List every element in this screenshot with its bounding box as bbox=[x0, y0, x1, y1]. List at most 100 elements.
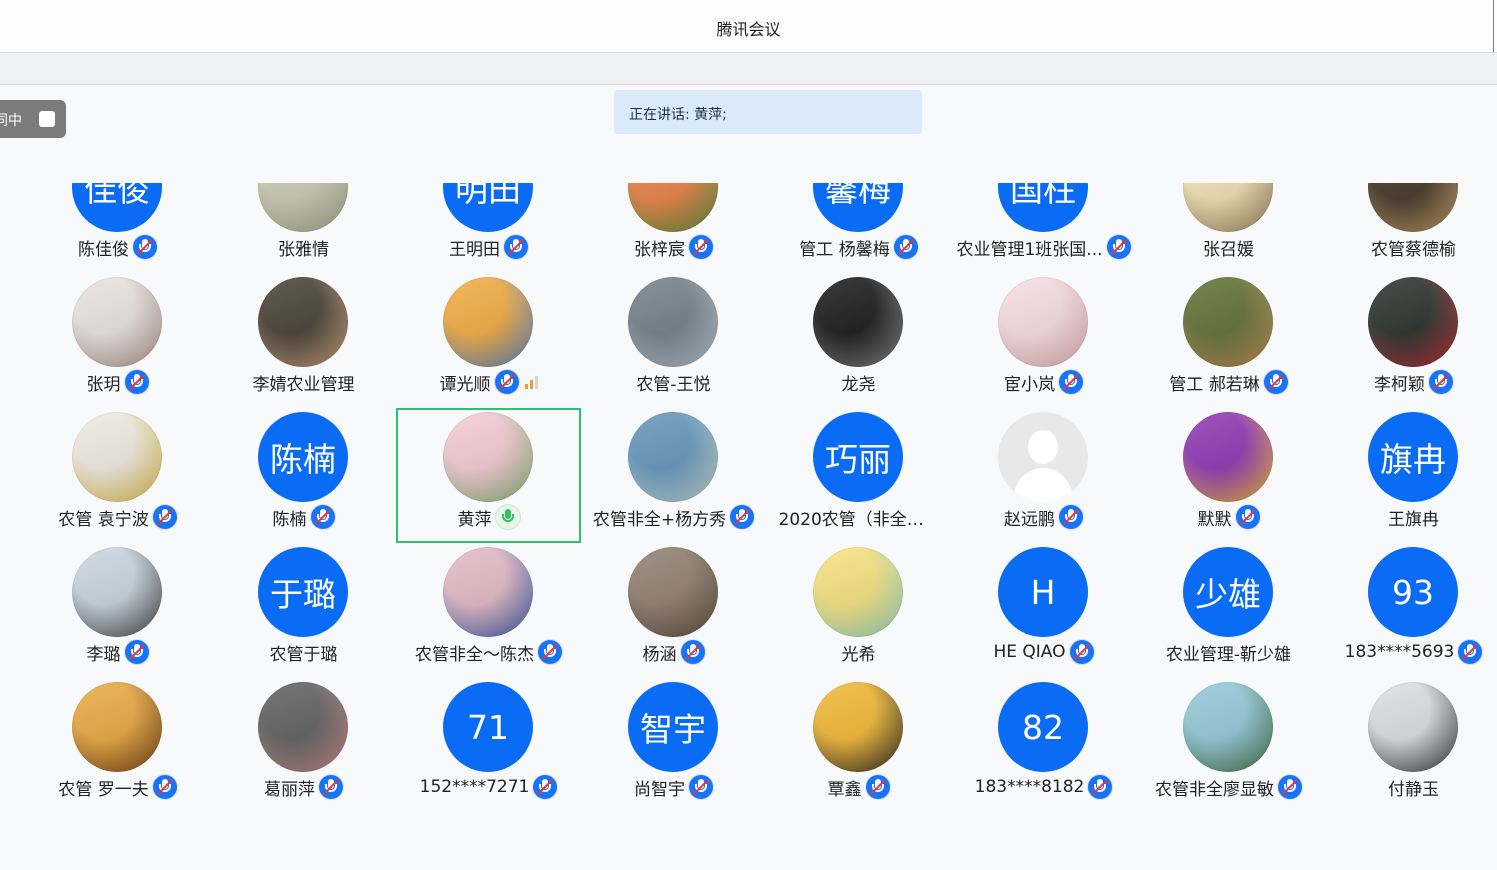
participant-tile[interactable]: 张梓宸 bbox=[581, 183, 766, 273]
participant-tile[interactable]: 农管非全+杨方秀 bbox=[581, 408, 766, 543]
participant-avatar: 71 bbox=[443, 682, 533, 772]
participant-avatar bbox=[72, 277, 162, 367]
avatar-photo-shading bbox=[1183, 183, 1273, 232]
mic-muted-icon bbox=[1278, 775, 1302, 799]
participant-tile[interactable]: 张玥 bbox=[25, 273, 210, 408]
participant-tile[interactable]: 于璐 农管于璐 bbox=[211, 543, 396, 678]
participant-tile[interactable]: 农管蔡德榆 bbox=[1321, 183, 1497, 273]
participant-tile[interactable]: 默默 bbox=[1136, 408, 1321, 543]
participant-tile[interactable]: 农管 袁宁波 bbox=[25, 408, 210, 543]
participant-tile[interactable]: 光希 bbox=[766, 543, 951, 678]
participant-name-row: 管工 杨馨梅 bbox=[766, 235, 951, 260]
participant-tile[interactable]: 李柯颖 bbox=[1321, 273, 1497, 408]
avatar-photo-shading bbox=[72, 277, 162, 367]
mic-muted-icon bbox=[319, 775, 343, 799]
view-toggle[interactable]: 同中 bbox=[0, 100, 66, 138]
participant-tile[interactable]: 葛丽萍 bbox=[211, 678, 396, 813]
mic-muted-icon bbox=[152, 775, 177, 799]
participant-tile[interactable]: 农管 罗一夫 bbox=[25, 678, 210, 813]
participant-tile[interactable]: 智宇尚智宇 bbox=[581, 678, 766, 813]
participant-name-row: 农管 袁宁波 bbox=[25, 505, 210, 530]
participant-tile[interactable]: 馨梅 管工 杨馨梅 bbox=[766, 183, 951, 273]
participant-avatar bbox=[72, 547, 162, 637]
participant-name: 2020农管（非全）... bbox=[778, 509, 939, 530]
participant-avatar bbox=[813, 682, 903, 772]
participant-name-row: 183****8182 bbox=[951, 775, 1136, 799]
mic-muted-icon bbox=[152, 505, 177, 529]
participant-tile[interactable]: 82 183****8182 bbox=[951, 678, 1136, 813]
mic-muted-icon bbox=[494, 370, 519, 394]
participant-tile[interactable]: 农管非全廖显敏 bbox=[1136, 678, 1321, 813]
participant-avatar bbox=[628, 547, 718, 637]
participant-avatar: 佳俊 bbox=[72, 183, 162, 232]
participant-name-row: 2020农管（非全）... bbox=[766, 505, 951, 530]
participant-tile[interactable]: 龙尧 bbox=[766, 273, 951, 408]
participant-tile[interactable]: 李璐 bbox=[25, 543, 210, 678]
participant-tile[interactable]: 付静玉 bbox=[1321, 678, 1497, 813]
avatar-photo-shading bbox=[1183, 412, 1273, 502]
participant-tile[interactable]: H HE QIAO bbox=[951, 543, 1136, 678]
participant-name: 张雅情 bbox=[278, 239, 329, 260]
participant-tile[interactable]: 杨涵 bbox=[581, 543, 766, 678]
mic-muted-icon bbox=[865, 775, 890, 799]
signal-bar bbox=[534, 376, 538, 389]
participant-tile[interactable]: 宦小岚 bbox=[951, 273, 1136, 408]
participant-name-row: 李璐 bbox=[25, 640, 210, 665]
mic-muted-icon bbox=[893, 235, 918, 259]
participant-avatar bbox=[628, 277, 718, 367]
participant-avatar bbox=[998, 277, 1088, 367]
participant-name: 尚智宇 bbox=[634, 779, 685, 800]
participant-name-row: 183****5693 bbox=[1321, 640, 1497, 664]
participant-name-row: 宦小岚 bbox=[951, 370, 1136, 395]
participant-tile[interactable]: 佳俊陈佳俊 bbox=[25, 183, 210, 273]
participant-name-row: 152****7271 bbox=[396, 775, 581, 799]
avatar-photo-shading bbox=[628, 547, 718, 637]
participant-name-row: 张梓宸 bbox=[581, 235, 766, 260]
avatar-photo-shading bbox=[443, 277, 533, 367]
participant-tile[interactable]: 陈楠 陈楠 bbox=[211, 408, 396, 543]
speaking-banner-text: 正在讲话: 黄萍; bbox=[629, 107, 727, 123]
participant-name: 农管-王悦 bbox=[636, 374, 711, 395]
participant-tile[interactable]: 张召媛 bbox=[1136, 183, 1321, 273]
mic-muted-icon bbox=[1088, 775, 1113, 799]
window-titlebar: 腾讯会议 bbox=[0, 0, 1497, 53]
participant-tile[interactable]: 李婧农业管理 bbox=[211, 273, 396, 408]
participant-name: 陈佳俊 bbox=[78, 239, 129, 260]
participant-tile[interactable]: 少雄 农业管理-靳少雄 bbox=[1136, 543, 1321, 678]
participant-name-row: 李柯颖 bbox=[1321, 370, 1497, 395]
signal-bar bbox=[529, 380, 533, 389]
participant-tile[interactable]: 农管非全～陈杰 bbox=[396, 543, 581, 678]
participant-name: 黄萍 bbox=[457, 509, 492, 530]
participant-name: 张召媛 bbox=[1203, 239, 1254, 260]
participant-name: 李婧农业管理 bbox=[252, 374, 355, 395]
participant-tile[interactable]: 国柱 农业管理1班张国... bbox=[951, 183, 1136, 273]
participant-tile[interactable]: 谭光顺 bbox=[396, 273, 581, 408]
participant-tile[interactable]: 71 152****7271 bbox=[396, 678, 581, 813]
participant-tile[interactable]: 旗冉 王旗冉 bbox=[1321, 408, 1497, 543]
participant-avatar bbox=[258, 183, 348, 232]
participant-tile[interactable]: 93 183****5693 bbox=[1321, 543, 1497, 678]
participant-name: 杨涵 bbox=[642, 644, 677, 665]
mic-muted-icon bbox=[1429, 370, 1453, 394]
participant-avatar: 国柱 bbox=[998, 183, 1088, 232]
participant-name: HE QIAO bbox=[993, 642, 1066, 662]
participant-name-row: 王明田 bbox=[396, 235, 581, 260]
participant-tile[interactable]: 明田 王明田 bbox=[396, 183, 581, 273]
participant-tile[interactable]: 农管-王悦 bbox=[581, 273, 766, 408]
participant-tile[interactable]: 黄萍 bbox=[396, 408, 581, 543]
window-edge bbox=[1493, 0, 1494, 52]
participant-avatar: 智宇 bbox=[628, 682, 718, 772]
view-toggle-checkbox[interactable] bbox=[39, 111, 55, 127]
participant-name-row: 农管非全+杨方秀 bbox=[581, 505, 766, 530]
participant-avatar bbox=[1183, 277, 1273, 367]
participant-tile[interactable]: 赵远鹏 bbox=[951, 408, 1136, 543]
participant-tile[interactable]: 覃鑫 bbox=[766, 678, 951, 813]
participant-tile[interactable]: 巧丽 2020农管（非全）... bbox=[766, 408, 951, 543]
mic-muted-icon bbox=[730, 505, 755, 529]
mic-muted-icon bbox=[1059, 505, 1083, 529]
participant-name: 默默 bbox=[1197, 509, 1232, 530]
participant-tile[interactable]: 管工 郝若琳 bbox=[1136, 273, 1321, 408]
participant-tile[interactable]: 张雅情 bbox=[211, 183, 396, 273]
participant-name: 覃鑫 bbox=[827, 779, 862, 800]
participant-name-row: 默默 bbox=[1136, 505, 1321, 530]
